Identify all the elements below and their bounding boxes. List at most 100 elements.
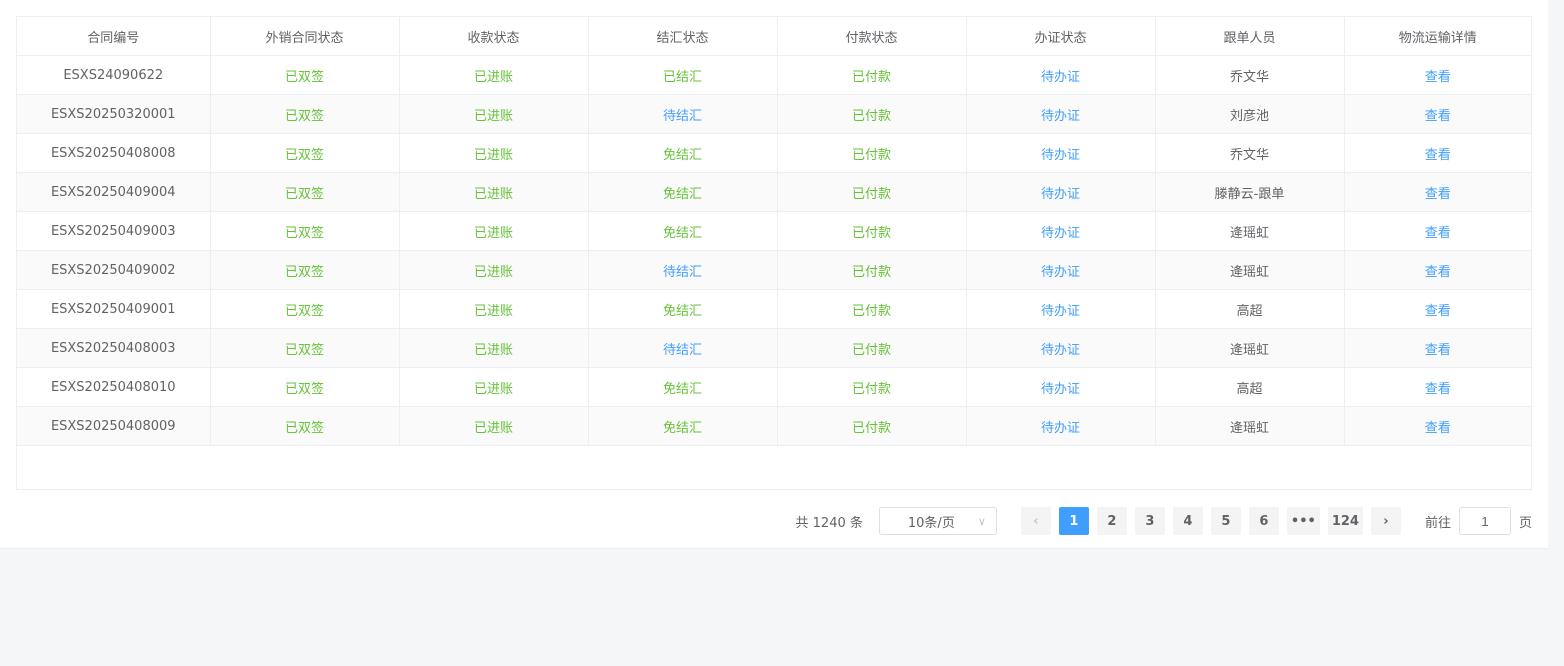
cell-receipt-status: 已进账 [399, 406, 589, 446]
cell-export-contract-status: 已双签 [210, 94, 400, 134]
cell-receipt-status: 已进账 [399, 367, 589, 407]
cell-payment-status: 已付款 [777, 172, 967, 212]
contract-table: 合同编号 外销合同状态 收款状态 结汇状态 付款状态 办证状态 跟单人员 物流运… [16, 16, 1532, 490]
page-button[interactable]: 3 [1134, 507, 1165, 535]
cell-certificate-status: 待办证 [966, 289, 1156, 329]
cell-export-contract-status: 已双签 [210, 133, 400, 173]
cell-receipt-status: 已进账 [399, 172, 589, 212]
cell-settlement-status: 免结汇 [588, 172, 778, 212]
pagination: 共 1240 条 10条/页 ∨ ‹ 123456•••124 › 前往 页 [796, 507, 1532, 535]
view-logistics-link[interactable]: 查看 [1425, 70, 1451, 85]
cell-payment-status: 已付款 [777, 250, 967, 290]
cell-merchandiser: 逄瑶虹 [1155, 211, 1345, 251]
cell-settlement-status: 免结汇 [588, 289, 778, 329]
page-button[interactable]: 5 [1210, 507, 1241, 535]
more-pages-button[interactable]: ••• [1286, 507, 1320, 535]
cell-logistics-view: 查看 [1344, 94, 1531, 134]
page-button[interactable]: 2 [1096, 507, 1127, 535]
page-size-select[interactable]: 10条/页 ∨ [878, 507, 997, 535]
view-logistics-link[interactable]: 查看 [1425, 265, 1451, 280]
view-logistics-link[interactable]: 查看 [1425, 343, 1451, 358]
view-logistics-link[interactable]: 查看 [1425, 421, 1451, 436]
cell-settlement-status: 免结汇 [588, 406, 778, 446]
cell-export-contract-status: 已双签 [210, 406, 400, 446]
cell-receipt-status: 已进账 [399, 133, 589, 173]
page-button[interactable]: 6 [1248, 507, 1279, 535]
goto-prefix: 前往 [1424, 515, 1451, 531]
cell-receipt-status: 已进账 [399, 250, 589, 290]
cell-settlement-status: 免结汇 [588, 133, 778, 173]
view-logistics-link[interactable]: 查看 [1425, 109, 1451, 124]
cell-export-contract-status: 已双签 [210, 328, 400, 368]
cell-certificate-status: 待办证 [966, 328, 1156, 368]
cell-merchandiser: 高超 [1155, 367, 1345, 407]
table-row: ESXS20250409001 已双签 已进账 免结汇 已付款 待办证 高超 查看 [17, 289, 1531, 329]
prev-page-button[interactable]: ‹ [1020, 507, 1051, 535]
header-receipt-status: 收款状态 [399, 17, 589, 56]
header-certificate-status: 办证状态 [966, 17, 1156, 56]
page-button[interactable]: 124 [1327, 507, 1363, 535]
cell-contract-no: ESXS20250408008 [17, 133, 211, 173]
cell-contract-no: ESXS20250409001 [17, 289, 211, 329]
cell-receipt-status: 已进账 [399, 55, 589, 95]
header-settlement-status: 结汇状态 [588, 17, 778, 56]
cell-logistics-view: 查看 [1344, 211, 1531, 251]
next-page-button[interactable]: › [1370, 507, 1401, 535]
cell-payment-status: 已付款 [777, 55, 967, 95]
cell-settlement-status: 免结汇 [588, 367, 778, 407]
cell-logistics-view: 查看 [1344, 289, 1531, 329]
cell-settlement-status: 已结汇 [588, 55, 778, 95]
header-export-contract-status: 外销合同状态 [210, 17, 400, 56]
cell-contract-no: ESXS20250408009 [17, 406, 211, 446]
content-panel: 合同编号 外销合同状态 收款状态 结汇状态 付款状态 办证状态 跟单人员 物流运… [0, 0, 1548, 549]
cell-logistics-view: 查看 [1344, 172, 1531, 212]
chevron-left-icon: ‹ [1033, 513, 1039, 529]
view-logistics-link[interactable]: 查看 [1425, 226, 1451, 241]
total-count: 共 1240 条 [795, 515, 863, 531]
cell-contract-no: ESXS20250409004 [17, 172, 211, 212]
table-row: ESXS20250409002 已双签 已进账 待结汇 已付款 待办证 逄瑶虹 查看 [17, 250, 1531, 290]
cell-logistics-view: 查看 [1344, 250, 1531, 290]
view-logistics-link[interactable]: 查看 [1425, 382, 1451, 397]
view-logistics-link[interactable]: 查看 [1425, 148, 1451, 163]
cell-settlement-status: 待结汇 [588, 250, 778, 290]
cell-settlement-status: 待结汇 [588, 328, 778, 368]
cell-logistics-view: 查看 [1344, 328, 1531, 368]
header-logistics-details: 物流运输详情 [1344, 17, 1531, 56]
cell-payment-status: 已付款 [777, 367, 967, 407]
cell-logistics-view: 查看 [1344, 406, 1531, 446]
cell-certificate-status: 待办证 [966, 211, 1156, 251]
cell-contract-no: ESXS20250408003 [17, 328, 211, 368]
table-row: ESXS24090622 已双签 已进账 已结汇 已付款 待办证 乔文华 查看 [17, 55, 1531, 95]
cell-certificate-status: 待办证 [966, 406, 1156, 446]
page-button[interactable]: 4 [1172, 507, 1203, 535]
page-button[interactable]: 1 [1058, 507, 1089, 535]
view-logistics-link[interactable]: 查看 [1425, 304, 1451, 319]
header-merchandiser: 跟单人员 [1155, 17, 1345, 56]
cell-contract-no: ESXS20250320001 [17, 94, 211, 134]
cell-contract-no: ESXS24090622 [17, 55, 211, 95]
cell-payment-status: 已付款 [777, 94, 967, 134]
cell-logistics-view: 查看 [1344, 55, 1531, 95]
table-row: ESXS20250320001 已双签 已进账 待结汇 已付款 待办证 刘彦池 查看 [17, 94, 1531, 134]
page-number-list: 1 2 3 4 5 6 ••• 124 [1058, 507, 1363, 535]
cell-export-contract-status: 已双签 [210, 367, 400, 407]
cell-payment-status: 已付款 [777, 289, 967, 329]
cell-merchandiser: 刘彦池 [1155, 94, 1345, 134]
chevron-right-icon: › [1383, 513, 1389, 529]
view-logistics-link[interactable]: 查看 [1425, 187, 1451, 202]
cell-certificate-status: 待办证 [966, 133, 1156, 173]
cell-merchandiser: 乔文华 [1155, 133, 1345, 173]
cell-contract-no: ESXS20250409003 [17, 211, 211, 251]
cell-merchandiser: 逄瑶虹 [1155, 250, 1345, 290]
cell-logistics-view: 查看 [1344, 367, 1531, 407]
goto-page: 前往 页 [1425, 507, 1532, 535]
cell-receipt-status: 已进账 [399, 328, 589, 368]
cell-export-contract-status: 已双签 [210, 250, 400, 290]
table-row: ESXS20250408008 已双签 已进账 免结汇 已付款 待办证 乔文华 查看 [17, 133, 1531, 173]
header-contract-no: 合同编号 [17, 17, 211, 56]
cell-receipt-status: 已进账 [399, 289, 589, 329]
goto-page-input[interactable] [1458, 507, 1511, 535]
cell-payment-status: 已付款 [777, 328, 967, 368]
chevron-down-icon: ∨ [977, 514, 986, 528]
